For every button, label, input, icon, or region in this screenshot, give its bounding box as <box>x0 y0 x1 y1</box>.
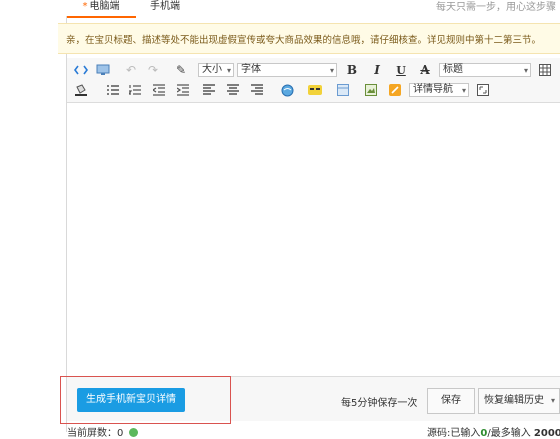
source-prefix: 源码:已输入 <box>427 428 481 439</box>
warning-notice: 亲，在宝贝标题、描述等处不能出现虚假宣传或夸大商品效果的信息哦，请仔细核查。详见… <box>58 23 560 54</box>
fullscreen-icon[interactable] <box>475 82 491 98</box>
required-star-icon: * <box>82 1 88 12</box>
table-icon[interactable] <box>537 62 553 78</box>
redo-icon[interactable]: ↷ <box>145 62 161 78</box>
ordered-list-icon[interactable] <box>127 82 143 98</box>
image-icon[interactable] <box>363 82 379 98</box>
tab-pc-label: 电脑端 <box>89 1 120 12</box>
outdent-icon[interactable] <box>151 82 167 98</box>
detail-nav-label: 详情导航 <box>413 84 453 95</box>
bold-button[interactable]: B <box>344 62 360 78</box>
tab-note: 每天只需一步，用心这步骤 <box>436 2 556 13</box>
undo-icon[interactable]: ↶ <box>123 62 139 78</box>
save-button[interactable]: 保存 <box>427 388 475 414</box>
preview-icon[interactable] <box>95 62 111 78</box>
chevron-down-icon: ▾ <box>329 66 334 75</box>
align-left-icon[interactable] <box>201 82 217 98</box>
restore-history-label: 恢复编辑历史 <box>484 395 544 406</box>
autosave-text: 每5分钟保存一次 <box>341 398 418 409</box>
underline-button[interactable]: U <box>393 62 409 78</box>
editor-content-area[interactable] <box>67 103 560 375</box>
italic-button[interactable]: I <box>369 62 385 78</box>
detail-nav-button[interactable]: 详情导航 ▾ <box>409 83 469 97</box>
unordered-list-icon[interactable] <box>105 82 121 98</box>
font-family-select[interactable]: 字体 ▾ <box>237 63 337 77</box>
highlight-box <box>60 376 231 424</box>
tab-mobile[interactable]: 手机端 <box>150 0 180 16</box>
chevron-down-icon: ▾ <box>523 66 528 75</box>
emoticon-icon[interactable] <box>307 82 323 98</box>
screen-count-label: 当前屏数： <box>67 428 117 439</box>
editor-toolbar: ↶ ↷ ✎ 大小 ▾ 字体 ▾ B I U A 标题 ▾ 详情导航 ▾ <box>67 58 560 103</box>
chevron-down-icon: ▾ <box>550 396 555 405</box>
smile-icon <box>128 428 138 437</box>
align-right-icon[interactable] <box>249 82 265 98</box>
layout-icon[interactable] <box>335 82 351 98</box>
fill-color-icon[interactable] <box>73 82 89 98</box>
strikethrough-button[interactable]: A <box>417 62 433 78</box>
heading-select[interactable]: 标题 ▾ <box>439 63 531 77</box>
clear-format-icon[interactable]: ✎ <box>173 62 189 78</box>
indent-icon[interactable] <box>175 82 191 98</box>
font-family-label: 字体 <box>241 64 261 75</box>
warning-notice-text: 亲，在宝贝标题、描述等处不能出现虚假宣传或夸大商品效果的信息哦，请仔细核查。详见… <box>66 35 542 46</box>
font-size-select[interactable]: 大小 ▾ <box>198 63 234 77</box>
source-max-count: 2000 <box>533 428 560 439</box>
edit-icon[interactable] <box>387 82 403 98</box>
restore-history-button[interactable]: 恢复编辑历史 ▾ <box>478 388 560 414</box>
screen-count-value: 0 <box>117 428 124 439</box>
source-separator: /最多输入 <box>487 428 531 439</box>
source-code-icon[interactable] <box>73 62 89 78</box>
tab-pc[interactable]: * 电脑端 <box>66 0 136 18</box>
heading-label: 标题 <box>443 64 463 75</box>
font-size-label: 大小 <box>202 64 222 75</box>
align-center-icon[interactable] <box>225 82 241 98</box>
chevron-down-icon: ▾ <box>226 66 231 75</box>
chevron-down-icon: ▾ <box>461 86 466 95</box>
link-icon[interactable] <box>279 82 295 98</box>
tab-mobile-label: 手机端 <box>150 1 180 12</box>
editor-tabs: * 电脑端 手机端 每天只需一步，用心这步骤 <box>0 0 560 18</box>
